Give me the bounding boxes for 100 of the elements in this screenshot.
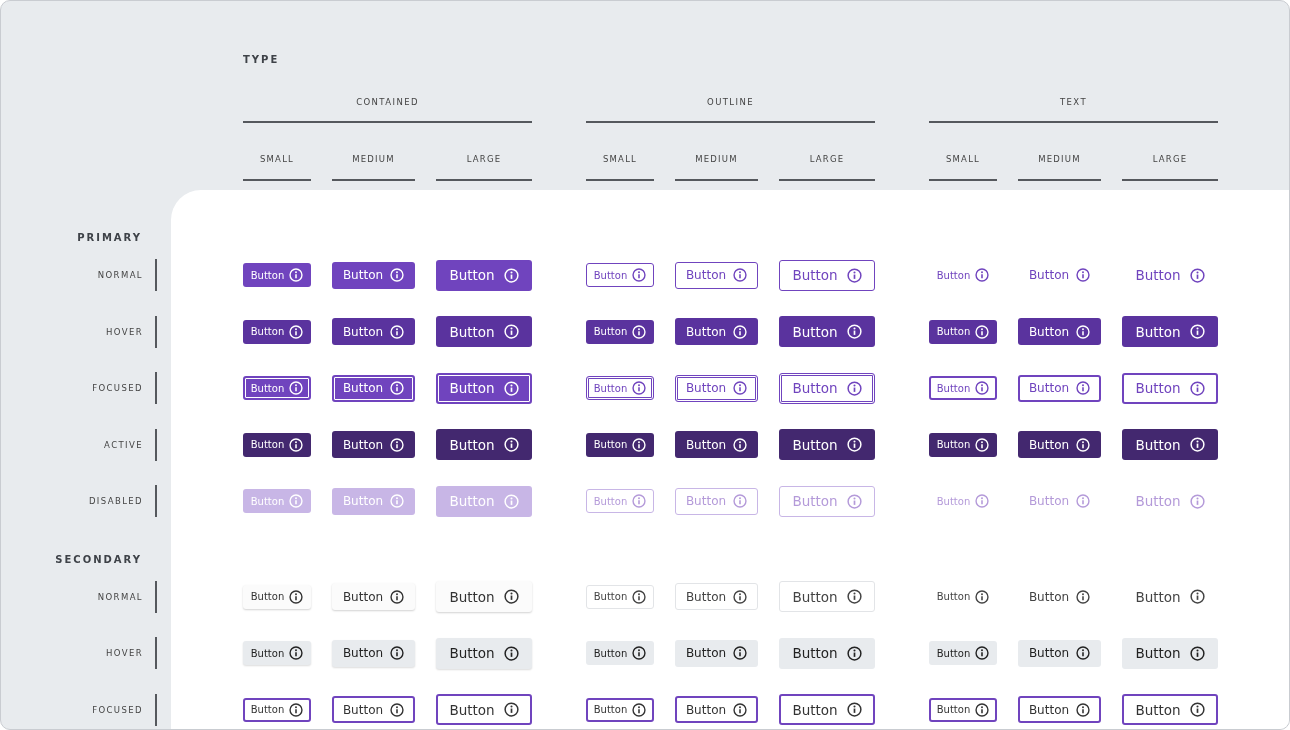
button[interactable]: Button (243, 641, 311, 666)
button[interactable]: Button (929, 432, 997, 457)
button[interactable]: Button (675, 696, 758, 724)
info-icon (632, 494, 647, 509)
button[interactable]: Button (779, 637, 875, 669)
button[interactable]: Button (929, 697, 997, 722)
info-icon (1189, 589, 1205, 605)
button[interactable]: Button (1018, 318, 1101, 346)
info-icon (1076, 494, 1091, 509)
info-icon (289, 589, 304, 604)
info-icon (733, 494, 748, 509)
button[interactable]: Button (675, 431, 758, 459)
info-icon (289, 268, 304, 283)
info-icon (503, 589, 519, 605)
button[interactable]: Button (1122, 316, 1218, 348)
info-icon (390, 437, 405, 452)
button[interactable]: Button (1122, 372, 1218, 404)
button[interactable]: Button (332, 583, 415, 611)
button[interactable]: Button (332, 431, 415, 459)
size-label: MEDIUM (695, 154, 738, 164)
button[interactable]: Button (436, 372, 532, 404)
button[interactable]: Button (1122, 694, 1218, 726)
button[interactable]: Button (675, 639, 758, 667)
button[interactable]: Button (1018, 261, 1101, 289)
button[interactable]: Button (779, 581, 875, 613)
button[interactable]: Button (1122, 637, 1218, 669)
info-icon (1076, 437, 1091, 452)
info-icon (1189, 437, 1205, 453)
button[interactable]: Button (1122, 581, 1218, 613)
button[interactable]: Button (1122, 429, 1218, 461)
button[interactable]: Button (586, 432, 654, 457)
info-icon (390, 589, 405, 604)
info-icon (846, 324, 862, 340)
button[interactable]: Button (586, 376, 654, 401)
button[interactable]: Button (243, 432, 311, 457)
button[interactable]: Button (779, 259, 875, 291)
size-label: SMALL (603, 154, 637, 164)
info-icon (632, 589, 647, 604)
size-label: MEDIUM (352, 154, 395, 164)
button[interactable]: Button (586, 584, 654, 609)
info-icon (1189, 324, 1205, 340)
type-heading: TYPE (243, 53, 281, 67)
button[interactable]: Button (675, 374, 758, 402)
button[interactable]: Button (586, 319, 654, 344)
button[interactable]: Button (929, 376, 997, 401)
info-icon (1189, 645, 1205, 661)
button[interactable]: Button (1018, 583, 1101, 611)
button[interactable]: Button (332, 696, 415, 724)
button[interactable]: Button (436, 581, 532, 613)
info-icon (1076, 646, 1091, 661)
button[interactable]: Button (1018, 374, 1101, 402)
button[interactable]: Button (332, 318, 415, 346)
info-icon (733, 268, 748, 283)
button[interactable]: Button (243, 263, 311, 288)
info-icon (503, 437, 519, 453)
info-icon (733, 702, 748, 717)
info-icon (1076, 381, 1091, 396)
button[interactable]: Button (1018, 639, 1101, 667)
size-label: SMALL (946, 154, 980, 164)
button[interactable]: Button (243, 584, 311, 609)
button[interactable]: Button (929, 641, 997, 666)
button[interactable]: Button (586, 697, 654, 722)
button[interactable]: Button (929, 584, 997, 609)
info-icon (1189, 380, 1205, 396)
state-label: NORMAL (97, 591, 143, 602)
button[interactable]: Button (1018, 696, 1101, 724)
size-label: LARGE (466, 154, 502, 164)
button[interactable]: Button (675, 583, 758, 611)
button[interactable]: Button (586, 641, 654, 666)
button[interactable]: Button (332, 261, 415, 289)
info-icon (390, 324, 405, 339)
button[interactable]: Button (586, 263, 654, 288)
button[interactable]: Button (779, 372, 875, 404)
button[interactable]: Button (436, 637, 532, 669)
button[interactable]: Button (243, 319, 311, 344)
button[interactable]: Button (929, 319, 997, 344)
button[interactable]: Button (675, 261, 758, 289)
info-icon (390, 268, 405, 283)
button[interactable]: Button (436, 259, 532, 291)
button[interactable]: Button (929, 263, 997, 288)
type-label: CONTAINED (355, 96, 420, 109)
info-icon (632, 268, 647, 283)
button[interactable]: Button (436, 316, 532, 348)
button[interactable]: Button (779, 429, 875, 461)
button[interactable]: Button (1122, 259, 1218, 291)
button[interactable]: Button (779, 316, 875, 348)
button[interactable]: Button (243, 376, 311, 401)
button[interactable]: Button (436, 694, 532, 726)
info-icon (846, 589, 862, 605)
button[interactable]: Button (332, 374, 415, 402)
button[interactable]: Button (779, 694, 875, 726)
button[interactable]: Button (675, 318, 758, 346)
info-icon (390, 646, 405, 661)
button[interactable]: Button (436, 429, 532, 461)
button[interactable]: Button (243, 697, 311, 722)
info-icon (846, 702, 862, 718)
info-icon (289, 437, 304, 452)
button[interactable]: Button (1018, 431, 1101, 459)
info-icon (975, 646, 990, 661)
button[interactable]: Button (332, 639, 415, 667)
